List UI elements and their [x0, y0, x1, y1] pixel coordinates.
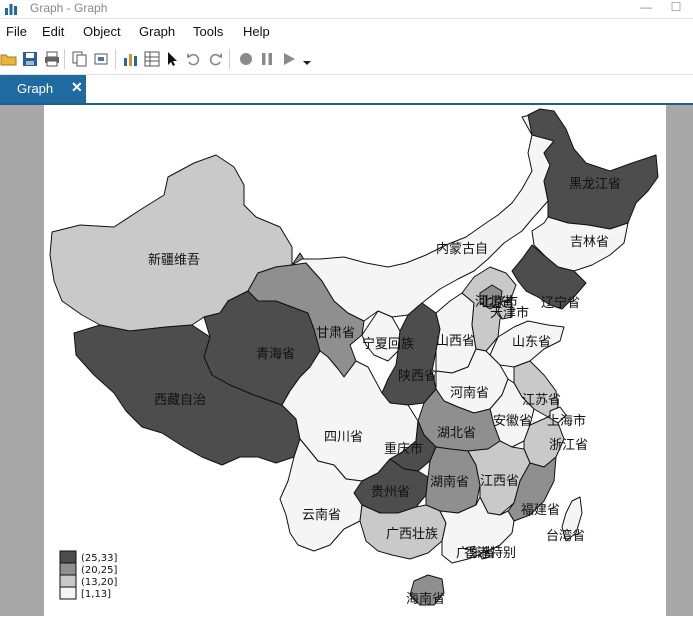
open-folder-icon[interactable]	[0, 50, 18, 68]
redo-icon[interactable]	[206, 50, 224, 68]
label-jilin: 吉林省	[570, 235, 609, 250]
menu-graph[interactable]: Graph	[139, 24, 175, 39]
minimize-icon[interactable]: —	[636, 0, 656, 16]
graph-canvas[interactable]: 黑龙江省 吉林省 辽宁省 内蒙古自 新疆维吾 西藏自治 青海省 甘肃省 宁夏回族…	[44, 105, 666, 616]
legend-swatch-2	[59, 562, 77, 576]
window-title: Graph - Graph	[30, 1, 108, 15]
menu-bar: File Edit Object Graph Tools Help	[0, 20, 693, 44]
menu-help[interactable]: Help	[243, 24, 270, 39]
export-icon[interactable]	[93, 50, 111, 68]
label-henan: 河南省	[450, 385, 489, 401]
label-xinjiang: 新疆维吾	[148, 252, 200, 268]
label-zhejiang: 浙江省	[549, 438, 588, 453]
label-innermongolia: 内蒙古自	[436, 241, 488, 257]
toolbar-separator	[115, 49, 116, 69]
choropleth-map: 黑龙江省 吉林省 辽宁省 内蒙古自 新疆维吾 西藏自治 青海省 甘肃省 宁夏回族…	[49, 108, 659, 607]
label-tibet: 西藏自治	[154, 393, 206, 408]
label-ningxia: 宁夏回族	[362, 336, 414, 352]
pause-icon[interactable]	[258, 50, 276, 68]
legend-label-3: (13,20]	[81, 577, 118, 588]
tab-graph-label: Graph	[17, 81, 54, 96]
legend-swatch-4	[59, 586, 77, 600]
maximize-icon[interactable]: ☐	[666, 0, 686, 16]
label-chongqing: 重庆市	[384, 441, 423, 457]
toolbar-separator	[229, 49, 230, 69]
label-hainan: 海南省	[406, 591, 445, 607]
menu-file[interactable]: File	[6, 24, 27, 39]
copy-icon[interactable]	[71, 50, 89, 68]
label-hongkong: 香港特别	[464, 546, 516, 561]
legend-label-2: (20,25]	[81, 565, 118, 576]
label-jiangsu: 江苏省	[522, 392, 561, 408]
label-shanxi: 山西省	[436, 334, 475, 349]
label-guangxi: 广西壮族	[386, 526, 438, 542]
menu-edit[interactable]: Edit	[42, 24, 64, 39]
label-guizhou: 贵州省	[371, 485, 410, 500]
label-tianjin: 天津市	[490, 305, 529, 321]
play-icon[interactable]	[280, 50, 298, 68]
app-logo-icon	[5, 4, 17, 15]
dropdown-arrow-icon[interactable]	[298, 50, 316, 68]
label-hubei: 湖北省	[437, 426, 476, 441]
menu-tools[interactable]: Tools	[193, 24, 223, 39]
label-gansu: 甘肃省	[316, 326, 355, 341]
label-jiangxi: 江西省	[480, 474, 519, 489]
label-shanghai: 上海市	[547, 413, 586, 429]
legend-label-1: (25,33]	[81, 553, 118, 564]
label-taiwan: 台湾省	[546, 528, 585, 544]
label-heilongjiang: 黑龙江省	[569, 177, 621, 192]
record-icon[interactable]	[237, 50, 255, 68]
toolbar-separator	[64, 49, 65, 69]
label-fujian: 福建省	[521, 503, 560, 518]
label-yunnan: 云南省	[302, 507, 341, 523]
region-shanxi[interactable]	[435, 292, 477, 374]
tab-graph[interactable]: Graph ✕	[0, 75, 86, 103]
label-qinghai: 青海省	[256, 347, 295, 362]
label-hunan: 湖南省	[430, 474, 469, 490]
document-tab-bar: Graph ✕	[0, 75, 693, 105]
label-liaoning: 辽宁省	[541, 295, 580, 311]
close-tab-icon[interactable]: ✕	[71, 79, 83, 96]
legend: (25,33] (20,25] (13,20] [1,13]	[59, 550, 118, 600]
menu-object[interactable]: Object	[83, 24, 121, 39]
label-shandong: 山东省	[512, 335, 551, 350]
data-browser-icon[interactable]	[143, 50, 161, 68]
label-anhui: 安徽省	[493, 414, 532, 429]
toolbar	[0, 44, 693, 75]
label-shaanxi: 陕西省	[398, 369, 437, 384]
graph-editor-icon[interactable]	[122, 50, 140, 68]
print-icon[interactable]	[43, 50, 61, 68]
legend-swatch-1	[59, 550, 77, 564]
save-icon[interactable]	[21, 50, 39, 68]
label-sichuan: 四川省	[324, 430, 363, 445]
pointer-icon[interactable]	[163, 50, 181, 68]
legend-swatch-3	[59, 574, 77, 588]
legend-label-4: [1,13]	[81, 589, 111, 600]
title-bar: Graph - Graph — ☐	[0, 0, 693, 19]
undo-icon[interactable]	[185, 50, 203, 68]
